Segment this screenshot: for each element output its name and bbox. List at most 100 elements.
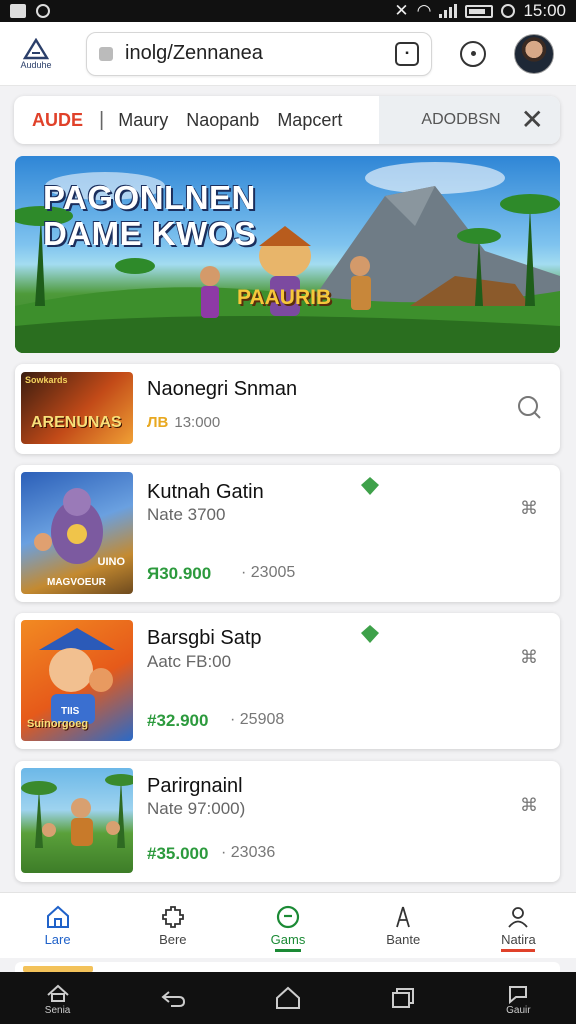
thumb-top-1: Sowkards bbox=[25, 375, 68, 385]
banner-title: PAGONLNEN DAME KWOS bbox=[43, 180, 257, 251]
tab-puzzle[interactable]: Bere bbox=[115, 893, 230, 958]
game-count-value-3: 25908 bbox=[239, 711, 285, 728]
url-text[interactable]: inolg/Zennanea bbox=[125, 42, 395, 65]
thumb-top-2: UINO bbox=[97, 556, 126, 568]
game-name-2[interactable]: Kutnah Gatin bbox=[147, 481, 264, 504]
thumb-title-1: ARENUNAS bbox=[31, 414, 122, 431]
avatar[interactable] bbox=[514, 33, 554, 74]
game-count-2: · 23005 bbox=[241, 564, 296, 581]
game-card-4[interactable]: Parirgnainl Nate 97:000) #35.000 · 23036… bbox=[15, 761, 560, 882]
status-bar: ✕ ◠ 15:00 bbox=[0, 0, 576, 22]
assist-icon bbox=[509, 985, 528, 1004]
sysnav-assist[interactable]: Gauir bbox=[504, 981, 532, 1016]
search-icon[interactable] bbox=[516, 394, 542, 420]
clock: 15:00 bbox=[523, 1, 566, 20]
nav-link-3[interactable]: Mapcert bbox=[277, 110, 342, 131]
game-card-1[interactable]: Sowkards ARENUNAS Naonegri Snman ЛB 13:00… bbox=[15, 364, 560, 454]
site-nav: AUDE | Maury Naopanb Mapcert ADODBSN ✕ bbox=[14, 96, 560, 144]
mute-icon: ✕ bbox=[394, 1, 409, 20]
nav-right-label[interactable]: ADODBSN bbox=[421, 111, 500, 129]
tab-label-home: Lare bbox=[44, 932, 71, 947]
signal-icon bbox=[439, 4, 458, 18]
game-count-value-4: 23036 bbox=[230, 844, 276, 861]
tab-ranking[interactable]: Bante bbox=[346, 893, 461, 958]
game-card-3[interactable]: TIIS Suinorgoeg Barsgbi Satp Aatc FB:00 … bbox=[15, 613, 560, 749]
recents-icon bbox=[392, 988, 415, 1008]
tab-label-ranking: Bante bbox=[386, 932, 421, 947]
nav-link-2[interactable]: Naopanb bbox=[186, 110, 259, 131]
game-name-3[interactable]: Barsgbi Satp bbox=[147, 627, 262, 650]
banner-badge: PAAURIB bbox=[237, 286, 332, 309]
tab-label-games: Gams bbox=[270, 932, 306, 947]
sysnav-extra[interactable]: Senia bbox=[44, 981, 72, 1016]
game-price-2: Я30.900 bbox=[147, 564, 212, 583]
rating-text-1: 13:000 bbox=[174, 414, 221, 431]
tab-games[interactable]: Gams bbox=[230, 893, 345, 958]
tab-profile[interactable]: Natira bbox=[461, 893, 576, 958]
tab-home[interactable]: Lare bbox=[0, 893, 115, 958]
sysnav-extra-label: Senia bbox=[44, 1004, 71, 1016]
wifi-icon: ◠ bbox=[416, 1, 432, 20]
sysnav-assist-label: Gauir bbox=[506, 1004, 531, 1016]
next-card-peek bbox=[15, 962, 560, 972]
game-sub-2: Nate 3700 bbox=[147, 505, 226, 524]
game-name-4[interactable]: Parirgnainl bbox=[147, 775, 243, 798]
more-icon[interactable]: ⌘ bbox=[520, 795, 538, 816]
game-count-value-2: 23005 bbox=[250, 564, 296, 581]
sync-icon bbox=[36, 4, 50, 18]
back-icon bbox=[161, 991, 185, 1007]
banner-title-line2: DAME KWOS bbox=[43, 214, 257, 252]
puzzle-icon bbox=[161, 906, 184, 928]
profile-icon bbox=[508, 907, 529, 928]
site-logo[interactable]: Auduhe bbox=[14, 37, 58, 70]
address-bar[interactable]: inolg/Zennanea ▪ bbox=[86, 31, 432, 76]
game-sub-3: Aatc FB:00 bbox=[147, 652, 232, 671]
thumb-top-3: TIIS bbox=[61, 706, 80, 717]
home-icon bbox=[46, 905, 69, 928]
notification-icon bbox=[10, 4, 26, 18]
sysnav-extra-icon bbox=[46, 984, 69, 1002]
shield-icon[interactable] bbox=[460, 40, 486, 67]
ranking-icon bbox=[396, 906, 411, 928]
recents-button[interactable] bbox=[389, 986, 417, 1010]
game-count-4: · 23036 bbox=[221, 844, 276, 861]
leaf-icon bbox=[361, 625, 379, 643]
game-thumbnail-4[interactable] bbox=[21, 768, 133, 873]
more-icon[interactable]: ⌘ bbox=[520, 498, 538, 519]
logo-icon bbox=[23, 37, 49, 59]
thumb-title-3: Suinorgoeg bbox=[27, 718, 89, 730]
game-name-1[interactable]: Naonegri Snman bbox=[147, 378, 297, 401]
home-button[interactable] bbox=[274, 986, 302, 1010]
alarm-icon bbox=[501, 4, 516, 18]
game-thumbnail-3[interactable]: TIIS Suinorgoeg bbox=[21, 620, 133, 741]
brand-link[interactable]: AUDE bbox=[14, 110, 83, 131]
tab-label-profile: Natira bbox=[501, 932, 536, 947]
game-card-2[interactable]: UINO MAGVOEUR Kutnah Gatin Nate 3700 Я30… bbox=[15, 465, 560, 602]
leaf-icon bbox=[361, 477, 379, 495]
game-price-3: #32.900 bbox=[147, 711, 209, 730]
lock-icon bbox=[99, 46, 113, 61]
back-button[interactable] bbox=[159, 986, 187, 1010]
hero-banner[interactable]: PAGONLNEN DAME KWOS PAAURIB bbox=[15, 156, 560, 353]
games-icon bbox=[276, 905, 300, 929]
close-icon[interactable]: ✕ bbox=[521, 106, 544, 134]
browser-toolbar: Auduhe inolg/Zennanea ▪ bbox=[0, 22, 576, 86]
game-count-3: · 25908 bbox=[230, 711, 285, 728]
game-thumbnail-1[interactable]: Sowkards ARENUNAS bbox=[21, 372, 133, 444]
rating-mark-1: ЛB bbox=[147, 414, 169, 431]
banner-title-line1: PAGONLNEN bbox=[43, 179, 256, 216]
tabs-icon[interactable]: ▪ bbox=[395, 41, 419, 66]
nav-right: ADODBSN ✕ bbox=[379, 96, 560, 144]
logo-label: Auduhe bbox=[20, 59, 52, 70]
more-icon[interactable]: ⌘ bbox=[520, 647, 538, 668]
nav-link-1[interactable]: Maury bbox=[118, 110, 168, 131]
nav-divider: | bbox=[99, 108, 105, 131]
bottom-tab-bar: Lare Bere Gams Bante Natira bbox=[0, 892, 576, 958]
battery-icon bbox=[465, 4, 494, 18]
game-thumbnail-2[interactable]: UINO MAGVOEUR bbox=[21, 472, 133, 594]
home-nav-icon bbox=[275, 986, 300, 1009]
thumb-title-2: MAGVOEUR bbox=[47, 577, 106, 588]
game-rating-1: ЛB 13:000 bbox=[147, 414, 220, 431]
thumb-art-2 bbox=[34, 488, 103, 564]
tab-label-puzzle: Bere bbox=[159, 932, 187, 947]
